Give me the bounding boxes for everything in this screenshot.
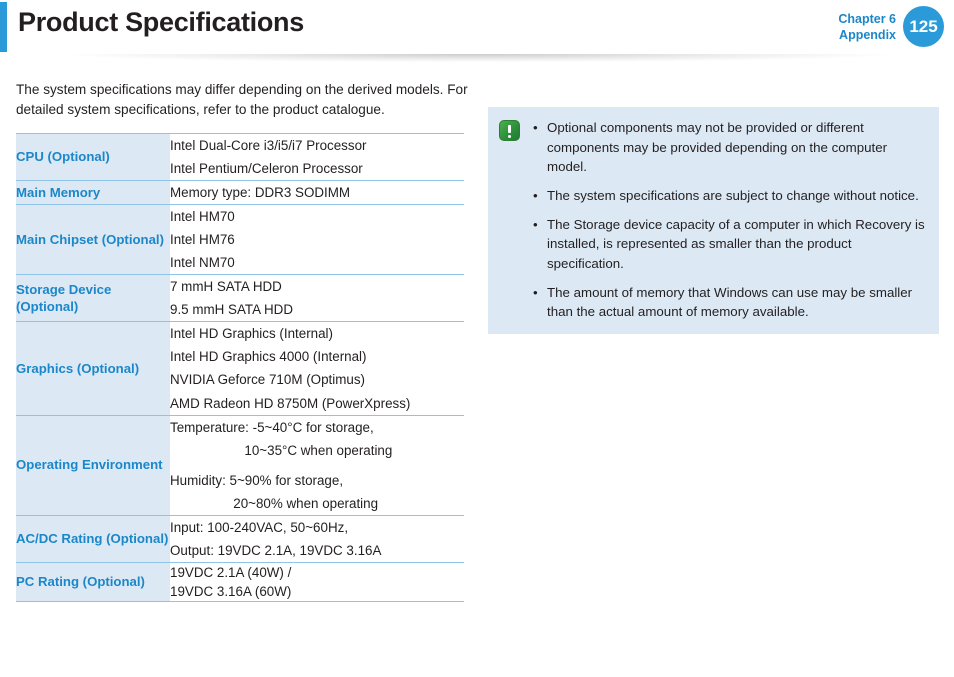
- chapter-label: Chapter 6: [838, 11, 896, 26]
- table-row: Storage Device (Optional) 7 mmH SATA HDD 9…: [16, 274, 464, 322]
- header-shadow-divider: [8, 54, 948, 65]
- spec-value-line: 7 mmH SATA HDD: [170, 279, 282, 295]
- caution-exclamation-icon: [499, 120, 520, 141]
- spec-value-line: Intel HM76: [170, 232, 235, 248]
- spec-label-cell: Operating Environment: [16, 415, 170, 516]
- bullet-marker: •: [533, 216, 538, 232]
- spec-value-line: Intel Pentium/Celeron Processor: [170, 161, 363, 177]
- spec-value-line: Intel Dual-Core i3/i5/i7 Processor: [170, 138, 367, 153]
- note-item-text: The Storage device capacity of a compute…: [547, 216, 925, 272]
- header-chapter-indicator: Chapter 6 Appendix 125: [838, 6, 944, 47]
- spec-value-cell: Memory type: DDR3 SODIMM: [170, 180, 464, 205]
- spec-label-cell: Graphics (Optional): [16, 321, 170, 416]
- intro-line-1: The system specifications may differ dep…: [16, 82, 444, 97]
- exclamation-dot: [508, 134, 511, 138]
- spec-label-cell: Main Chipset (Optional): [16, 204, 170, 275]
- section-label: Appendix: [839, 27, 896, 42]
- spec-label-cell: Main Memory: [16, 180, 170, 205]
- spec-value-line: 19VDC 3.16A (60W): [170, 583, 292, 599]
- list-item: • The Storage device capacity of a comput…: [529, 215, 927, 274]
- spec-label-cell: CPU (Optional): [16, 133, 170, 181]
- page-header: Product Specifications Chapter 6 Appendi…: [0, 0, 954, 56]
- table-row: AC/DC Rating (Optional) Input: 100-240VAC…: [16, 515, 464, 563]
- spec-value-line: Memory type: DDR3 SODIMM: [170, 185, 351, 201]
- spec-value-line: 10~35°C when operating: [170, 442, 393, 458]
- spec-value-cell: 19VDC 2.1A (40W) / 19VDC 3.16A (60W): [170, 562, 464, 602]
- intro-paragraph: The system specifications may differ dep…: [16, 80, 486, 120]
- page-title: Product Specifications: [18, 7, 304, 37]
- spec-value-line: Temperature: -5~40°C for storage,: [170, 419, 374, 435]
- spec-label-cell: AC/DC Rating (Optional): [16, 515, 170, 563]
- spec-value-cell: Intel Dual-Core i3/i5/i7 Processor Intel …: [170, 133, 464, 181]
- spec-value-cell: 7 mmH SATA HDD 9.5 mmH SATA HDD: [170, 274, 464, 322]
- spec-value-line: Intel NM70: [170, 255, 235, 271]
- spec-value-cell: Intel HM70 Intel HM76 Intel NM70: [170, 204, 464, 275]
- spec-value-line: Intel HD Graphics (Internal): [170, 326, 333, 342]
- table-row: CPU (Optional) Intel Dual-Core i3/i5/i7 P…: [16, 133, 464, 181]
- spec-value-cell: Temperature: -5~40°C for storage, 10~35°…: [170, 415, 464, 516]
- spec-label-cell: Storage Device (Optional): [16, 274, 170, 322]
- spec-value-line: Humidity: 5~90% for storage,: [170, 472, 344, 488]
- product-specifications-table: CPU (Optional) Intel Dual-Core i3/i5/i7 P…: [16, 133, 464, 602]
- spec-table-body: CPU (Optional) Intel Dual-Core i3/i5/i7 P…: [16, 133, 464, 602]
- spec-value-line: Intel HD Graphics 4000 (Internal): [170, 349, 367, 365]
- spec-value-line: AMD Radeon HD 8750M (PowerXpress): [170, 395, 411, 411]
- table-row: PC Rating (Optional) 19VDC 2.1A (40W) /19…: [16, 562, 464, 602]
- chapter-block: Chapter 6 Appendix: [838, 11, 896, 43]
- spec-value-cell: Input: 100-240VAC, 50~60Hz, Output: 19VDC…: [170, 515, 464, 563]
- page-number-badge: 125: [903, 6, 944, 47]
- table-row: Main Memory Memory type: DDR3 SODIMM: [16, 180, 464, 205]
- bullet-marker: •: [533, 188, 538, 204]
- header-accent-bar: [0, 2, 7, 52]
- exclamation-stem: [508, 124, 511, 133]
- spec-value-line: Input: 100-240VAC, 50~60Hz,: [170, 519, 349, 535]
- table-row: Main Chipset (Optional) Intel HM70 Intel H…: [16, 204, 464, 275]
- bullet-marker: •: [533, 284, 538, 300]
- note-bullet-list: • Optional components may not be provided…: [529, 118, 927, 322]
- list-item: • The system specifications are subject t…: [529, 186, 927, 206]
- spec-value-line: NVIDIA Geforce 710M (Optimus): [170, 372, 365, 388]
- spec-value-line: 20~80% when operating: [170, 495, 379, 511]
- caution-note-box: • Optional components may not be provided…: [488, 107, 939, 335]
- table-row: Operating Environment Temperature: -5~40°…: [16, 415, 464, 516]
- list-item: • Optional components may not be provided…: [529, 118, 927, 177]
- table-row: Graphics (Optional) Intel HD Graphics (In…: [16, 321, 464, 416]
- note-item-text: The amount of memory that Windows can us…: [547, 284, 913, 320]
- spec-value-cell: Intel HD Graphics (Internal) Intel HD Gra…: [170, 321, 464, 416]
- spec-label-cell: PC Rating (Optional): [16, 562, 170, 602]
- note-item-text: Optional components may not be provided …: [547, 120, 888, 175]
- spec-value-line: 19VDC 2.1A (40W) /: [170, 564, 292, 580]
- spec-value-line: 9.5 mmH SATA HDD: [170, 302, 294, 318]
- note-item-text: The system specifications are subject to…: [547, 188, 919, 204]
- spec-value-line: Output: 19VDC 2.1A, 19VDC 3.16A: [170, 542, 382, 558]
- spec-value-line: Intel HM70: [170, 209, 235, 225]
- list-item: • The amount of memory that Windows can u…: [529, 283, 927, 322]
- bullet-marker: •: [533, 120, 538, 135]
